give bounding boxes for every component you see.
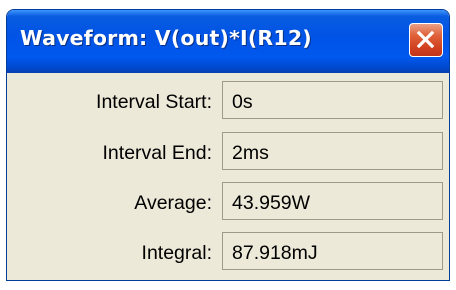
window-title: Waveform: V(out)*I(R12): [20, 26, 312, 50]
average-field[interactable]: 43.959W: [222, 182, 443, 220]
interval-start-row: Interval Start: 0s: [7, 81, 449, 121]
waveform-dialog: Waveform: V(out)*I(R12) Interval Start: …: [6, 9, 450, 281]
title-bar[interactable]: Waveform: V(out)*I(R12): [7, 10, 449, 73]
close-icon: [416, 30, 435, 49]
integral-field[interactable]: 87.918mJ: [222, 232, 443, 270]
interval-end-row: Interval End: 2ms: [7, 132, 449, 172]
integral-row: Integral: 87.918mJ: [7, 232, 449, 272]
close-button[interactable]: [409, 23, 443, 57]
interval-start-field[interactable]: 0s: [222, 81, 443, 119]
interval-end-label: Interval End:: [102, 142, 212, 164]
integral-label: Integral:: [141, 242, 212, 264]
interval-end-field[interactable]: 2ms: [222, 132, 443, 170]
average-row: Average: 43.959W: [7, 182, 449, 222]
interval-start-label: Interval Start:: [96, 91, 212, 113]
average-label: Average:: [134, 192, 212, 214]
